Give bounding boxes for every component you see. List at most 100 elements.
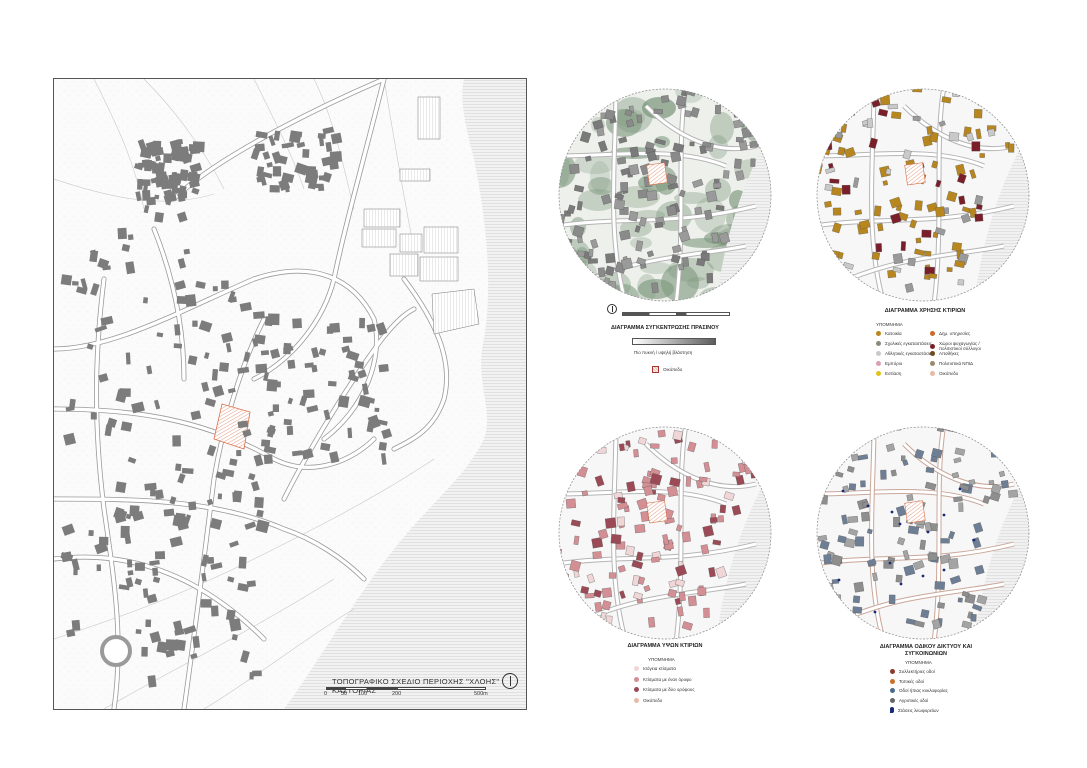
building xyxy=(272,166,282,177)
building xyxy=(253,311,265,320)
building xyxy=(682,257,690,267)
green-diagram-circle[interactable] xyxy=(556,86,774,304)
building xyxy=(946,267,953,272)
building xyxy=(853,429,861,436)
building xyxy=(120,525,130,539)
building xyxy=(735,136,744,143)
green-gradient-bar xyxy=(632,338,716,345)
building xyxy=(302,148,310,158)
building xyxy=(832,207,842,216)
plot-swatch xyxy=(652,366,659,373)
building xyxy=(895,574,903,583)
building xyxy=(581,106,593,113)
legend-label: Εμπόριο xyxy=(885,361,903,366)
building xyxy=(71,619,81,631)
building xyxy=(605,615,613,626)
building xyxy=(824,183,833,192)
building xyxy=(119,388,131,397)
building xyxy=(657,429,666,438)
building xyxy=(578,441,589,447)
building xyxy=(856,427,863,435)
building xyxy=(566,459,573,467)
building xyxy=(564,267,576,280)
building xyxy=(181,467,194,474)
building xyxy=(135,629,142,635)
legend-swatch xyxy=(634,687,639,692)
building xyxy=(125,352,131,365)
building xyxy=(608,572,617,579)
building xyxy=(588,248,594,257)
building xyxy=(145,619,152,628)
legend-swatch xyxy=(890,678,895,684)
building xyxy=(257,173,265,179)
building xyxy=(826,427,832,434)
land-use-diagram-circle[interactable] xyxy=(814,86,1032,304)
green-diagram-title: ΔΙΑΓΡΑΜΜΑ ΣΥΓΚΕΝΤΡΩΣΗΣ ΠΡΑΣΙΝΟΥ xyxy=(611,325,719,331)
building xyxy=(891,111,902,120)
bus-stop xyxy=(841,489,845,493)
building xyxy=(217,493,223,500)
bus-stop xyxy=(899,582,903,586)
building xyxy=(238,556,247,569)
building xyxy=(378,363,389,373)
building xyxy=(374,407,380,413)
building xyxy=(732,90,742,99)
building xyxy=(732,471,741,477)
building xyxy=(892,253,904,265)
building xyxy=(569,124,577,133)
building xyxy=(847,105,855,116)
north-arrow-icon xyxy=(502,673,518,689)
building xyxy=(256,509,264,518)
building xyxy=(212,286,218,292)
highlighted-plot xyxy=(904,162,926,186)
building xyxy=(894,427,901,431)
legend-label: Δημ. υπηρεσίες xyxy=(939,331,971,336)
building xyxy=(821,126,829,137)
legend-label: Αποθήκες xyxy=(939,351,959,356)
road-diagram-circle[interactable] xyxy=(814,424,1032,642)
building xyxy=(330,132,343,145)
building xyxy=(289,130,302,144)
building xyxy=(142,588,149,598)
building xyxy=(907,525,920,535)
building xyxy=(1007,100,1013,111)
building xyxy=(569,163,580,174)
building xyxy=(96,564,102,572)
scale-bar xyxy=(326,687,486,690)
building xyxy=(672,430,683,441)
building xyxy=(605,252,616,264)
legend-item: Αποθήκες xyxy=(930,351,959,356)
legend-swatch xyxy=(890,688,895,693)
legend-label: Οικόπεδο xyxy=(939,371,959,376)
legend-label: Πολιτιστικά ΝΠΙΔ xyxy=(939,361,974,366)
building xyxy=(670,150,682,163)
building xyxy=(255,363,268,374)
building xyxy=(254,143,265,152)
building xyxy=(163,153,172,164)
building xyxy=(170,172,183,184)
building xyxy=(306,175,316,183)
legend-swatch xyxy=(634,697,639,703)
building xyxy=(842,93,854,101)
building xyxy=(628,210,639,222)
building xyxy=(824,200,832,208)
building xyxy=(750,440,758,448)
building xyxy=(200,599,212,608)
building xyxy=(584,593,595,599)
legend-label: Οικόπεδο xyxy=(643,697,663,703)
legend-label: Συλλεκτήριες οδοί xyxy=(899,669,935,674)
legend-label: Κατοικία xyxy=(885,331,902,336)
topographic-map[interactable] xyxy=(54,79,526,709)
scale-label-500: 500m xyxy=(474,691,488,697)
height-diagram-circle[interactable] xyxy=(556,424,774,642)
building xyxy=(893,517,901,528)
building xyxy=(628,163,640,176)
building xyxy=(860,480,866,488)
building xyxy=(646,190,658,201)
building xyxy=(953,496,963,503)
building xyxy=(329,322,341,334)
building xyxy=(618,443,625,452)
building xyxy=(563,255,570,263)
scale-label-50: 50 xyxy=(341,691,348,697)
legend-swatch xyxy=(876,371,881,376)
